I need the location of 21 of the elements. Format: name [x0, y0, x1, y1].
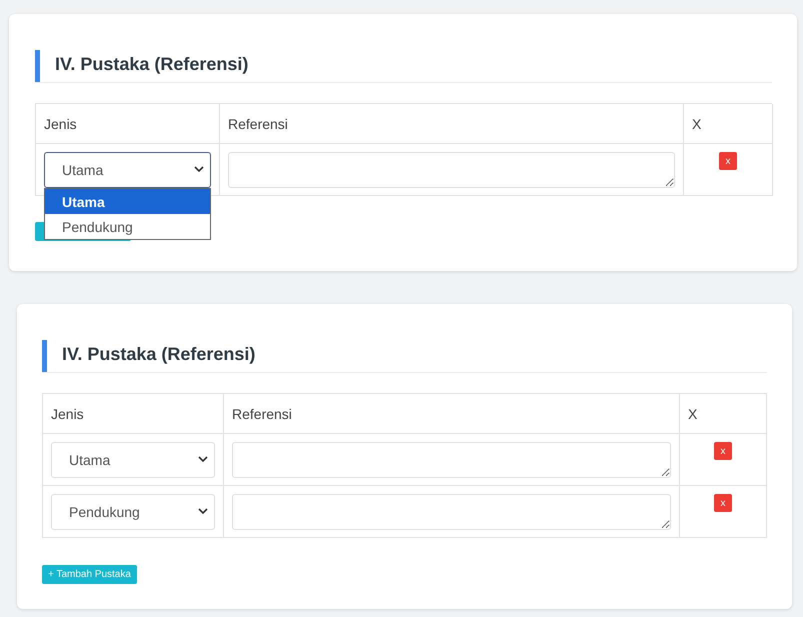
dropdown-option[interactable]: Utama [45, 189, 210, 214]
delete-button[interactable]: x [714, 442, 732, 460]
section-heading: IV. Pustaka (Referensi) [42, 340, 767, 372]
section-heading: IV. Pustaka (Referensi) [35, 50, 772, 82]
chevron-down-icon [198, 508, 208, 515]
chevron-down-icon [198, 456, 208, 463]
reference-textarea[interactable] [232, 442, 671, 478]
select-field[interactable]: Utama [51, 442, 215, 478]
reference-textarea[interactable] [228, 152, 675, 188]
column-header: Jenis [36, 104, 220, 144]
column-header: Referensi [220, 104, 684, 144]
select-field[interactable]: Pendukung [51, 494, 215, 530]
select-field[interactable]: Utama [44, 152, 211, 188]
delete-button[interactable]: x [719, 152, 737, 170]
column-header: Jenis [43, 394, 224, 434]
chevron-down-icon [194, 166, 204, 173]
delete-button[interactable]: x [714, 494, 732, 512]
reference-textarea[interactable] [232, 494, 671, 530]
column-header: X [680, 394, 767, 434]
column-header: Referensi [224, 394, 680, 434]
column-header: X [684, 104, 773, 144]
